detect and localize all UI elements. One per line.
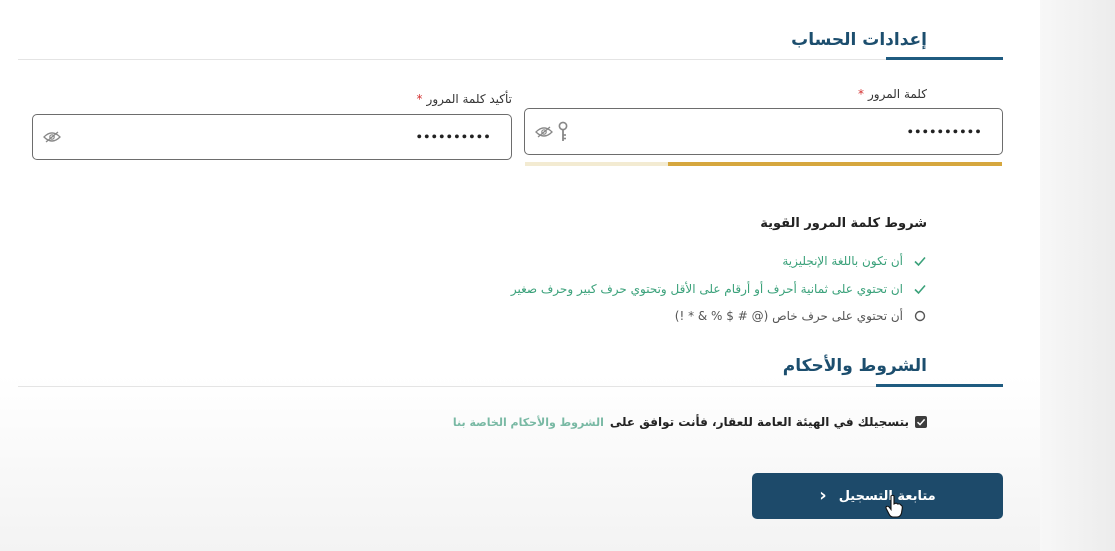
password-strength-meter xyxy=(525,162,1002,166)
terms-link[interactable]: الشروط والأحكام الخاصة بنا xyxy=(453,416,604,429)
key-icon xyxy=(558,121,568,141)
chevron-left-icon: ‹ xyxy=(819,485,827,506)
circle-icon xyxy=(914,310,926,322)
continue-registration-button[interactable]: متابعة التسجيل ‹ xyxy=(752,473,1003,519)
password-required-mark: * xyxy=(857,87,864,101)
password-rules-title: شروط كلمة المرور القوية xyxy=(760,216,927,231)
terms-checkbox[interactable] xyxy=(915,416,927,428)
confirm-password-label: تأكيد كلمة المرور* xyxy=(416,92,512,106)
account-section-divider xyxy=(18,59,886,60)
terms-section-divider xyxy=(18,386,876,387)
password-rule-item: أن تحتوي على حرف خاص (@ # $ % & * !) xyxy=(675,309,927,323)
terms-agreement-row: بتسجيلك في الهيئة العامة للعقار، فأنت تو… xyxy=(453,415,927,429)
password-label: كلمة المرور* xyxy=(857,87,927,101)
check-icon xyxy=(914,284,926,295)
confirm-password-input[interactable]: •••••••••• xyxy=(32,114,512,160)
eye-slash-icon[interactable] xyxy=(535,126,553,138)
password-input[interactable]: •••••••••• xyxy=(524,108,1003,155)
right-background-strip xyxy=(1040,0,1115,551)
hand-cursor-icon xyxy=(885,494,903,518)
terms-agreement-text: بتسجيلك في الهيئة العامة للعقار، فأنت تو… xyxy=(609,415,909,429)
terms-section-title: الشروط والأحكام xyxy=(782,356,927,376)
terms-section-underline xyxy=(876,384,1003,387)
check-icon xyxy=(914,256,926,267)
password-rule-item: ان تحتوي على ثمانية أحرف أو أرقام على ال… xyxy=(511,282,927,296)
password-rule-item: أن تكون باللغة الإنجليزية xyxy=(782,254,927,268)
account-section-title: إعدادات الحساب xyxy=(791,30,927,50)
registration-panel: إعدادات الحساب كلمة المرور* •••••••••• ت… xyxy=(0,0,1040,551)
checkbox-check-icon xyxy=(916,418,926,426)
password-strength-fill xyxy=(668,162,1002,166)
confirm-password-required-mark: * xyxy=(416,92,423,106)
eye-slash-icon[interactable] xyxy=(43,131,61,143)
confirm-password-value: •••••••••• xyxy=(415,130,491,144)
password-value: •••••••••• xyxy=(906,125,982,138)
account-section-underline xyxy=(886,57,1003,60)
